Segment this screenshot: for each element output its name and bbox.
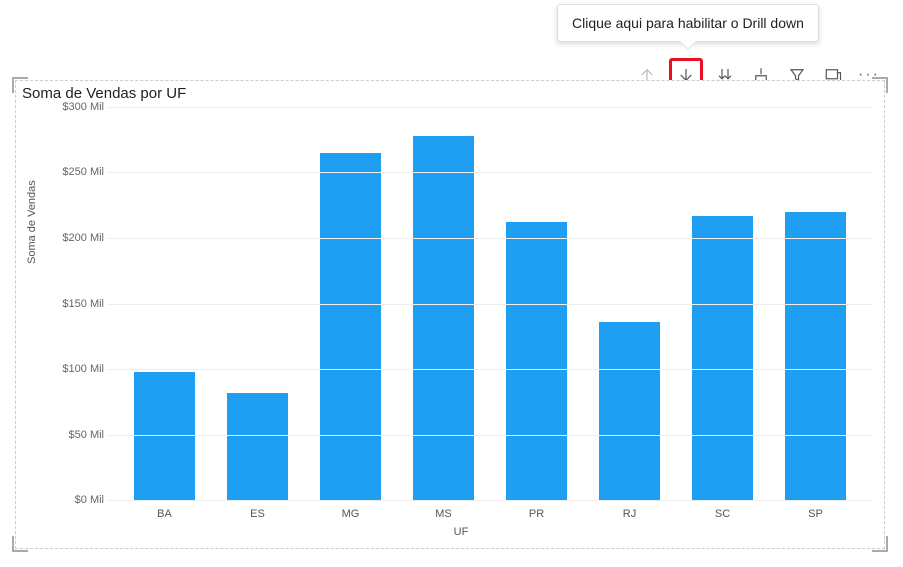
x-tick-label: SC xyxy=(715,508,730,520)
y-tick-label: $150 Mil xyxy=(50,298,104,310)
x-tick-label: MS xyxy=(435,508,452,520)
resize-handle-bottom-right[interactable] xyxy=(872,536,888,552)
y-axis-label: Soma de Vendas xyxy=(26,180,38,264)
grid-line xyxy=(108,172,872,173)
grid-line xyxy=(108,500,872,501)
bar-MS[interactable] xyxy=(413,136,474,500)
tooltip: Clique aqui para habilitar o Drill down xyxy=(557,4,819,42)
y-tick-label: $0 Mil xyxy=(50,494,104,506)
resize-handle-top-right[interactable] xyxy=(872,77,888,93)
grid-line xyxy=(108,304,872,305)
bar-BA[interactable] xyxy=(134,372,195,500)
grid-line xyxy=(108,435,872,436)
x-tick-label: BA xyxy=(157,508,172,520)
bar-SC[interactable] xyxy=(692,216,753,500)
x-tick-label: SP xyxy=(808,508,823,520)
chart-title: Soma de Vendas por UF xyxy=(22,85,884,102)
x-tick-label: ES xyxy=(250,508,265,520)
y-tick-label: $300 Mil xyxy=(50,101,104,113)
grid-line xyxy=(108,107,872,108)
resize-handle-top-left[interactable] xyxy=(12,77,28,93)
grid-line xyxy=(108,238,872,239)
bar-SP[interactable] xyxy=(785,212,846,500)
y-tick-label: $250 Mil xyxy=(50,166,104,178)
x-tick-label: MG xyxy=(342,508,360,520)
bar-ES[interactable] xyxy=(227,393,288,500)
x-axis-label: UF xyxy=(50,526,872,538)
grid-line xyxy=(108,369,872,370)
plot-area: BAESMGMSPRRJSCSP $0 Mil$50 Mil$100 Mil$1… xyxy=(108,107,872,500)
bar-RJ[interactable] xyxy=(599,322,660,500)
chart-area: Soma de Vendas UF BAESMGMSPRRJSCSP $0 Mi… xyxy=(50,107,872,500)
bar-MG[interactable] xyxy=(320,153,381,500)
x-tick-label: PR xyxy=(529,508,544,520)
bar-PR[interactable] xyxy=(506,222,567,500)
x-tick-label: RJ xyxy=(623,508,636,520)
y-tick-label: $100 Mil xyxy=(50,363,104,375)
y-tick-label: $200 Mil xyxy=(50,232,104,244)
resize-handle-bottom-left[interactable] xyxy=(12,536,28,552)
chart-visual-container[interactable]: Soma de Vendas por UF Soma de Vendas UF … xyxy=(15,80,885,549)
y-tick-label: $50 Mil xyxy=(50,429,104,441)
